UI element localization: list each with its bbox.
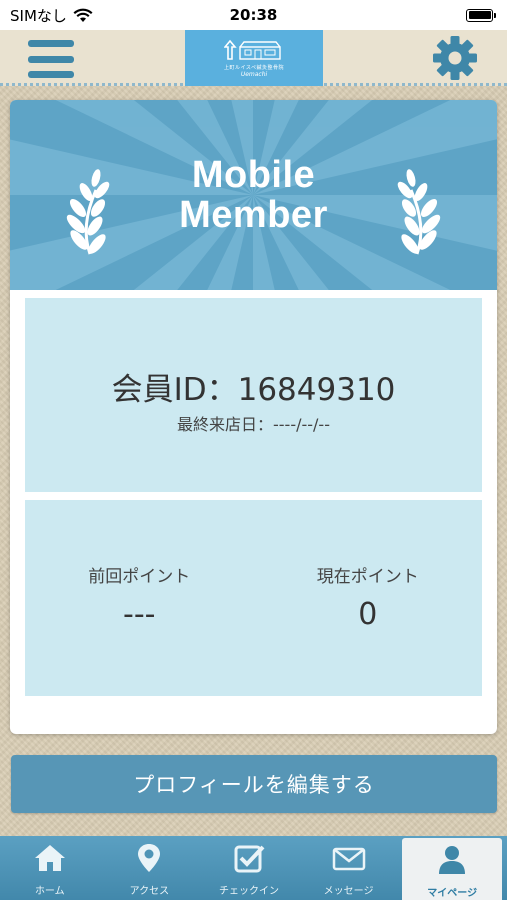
- tab-access[interactable]: アクセス: [100, 836, 200, 900]
- tab-checkin-label: チェックイン: [218, 886, 279, 897]
- hamburger-menu-icon[interactable]: [28, 40, 74, 78]
- edit-profile-button[interactable]: プロフィールを編集する: [11, 755, 497, 813]
- member-card: Mobile Member 会員ID：16849310 最終来店日：----/-…: [10, 100, 497, 734]
- tab-mypage-label: マイページ: [427, 888, 478, 899]
- status-bar: SIMなし 20:38: [0, 0, 507, 30]
- map-pin-icon: [138, 844, 161, 872]
- logo-subtitle: 上町ルイスペ鍼灸整骨院: [223, 64, 284, 71]
- banner-title-line2: Member: [179, 194, 328, 236]
- home-icon: [34, 845, 65, 871]
- battery-icon: [466, 8, 496, 22]
- member-banner: Mobile Member: [10, 100, 497, 290]
- banner-title: Mobile Member: [10, 155, 497, 235]
- tab-bar: ホーム アクセス チェックイン メッセージ マイページ: [0, 836, 507, 900]
- tab-home-label: ホーム: [34, 886, 65, 897]
- wifi-icon: [73, 8, 93, 22]
- envelope-icon: [332, 847, 365, 871]
- banner-title-line1: Mobile: [191, 154, 316, 196]
- tab-checkin[interactable]: チェックイン: [199, 836, 299, 900]
- member-id: 会員ID：16849310: [111, 371, 396, 408]
- previous-points-label: 前回ポイント: [88, 567, 191, 587]
- tab-home[interactable]: ホーム: [0, 836, 100, 900]
- tab-message[interactable]: メッセージ: [299, 836, 399, 900]
- logo-mark-icon: [224, 39, 281, 60]
- previous-points: 前回ポイント ---: [25, 500, 254, 696]
- gear-icon[interactable]: [431, 34, 479, 82]
- app-header: 上町ルイスペ鍼灸整骨院 Uemachi: [0, 30, 507, 86]
- tab-access-label: アクセス: [129, 886, 170, 897]
- checkbox-icon: [234, 845, 265, 873]
- current-points-value: 0: [358, 597, 378, 632]
- current-points: 現在ポイント 0: [254, 500, 483, 696]
- tab-mypage[interactable]: マイページ: [402, 838, 502, 900]
- logo-english: Uemachi: [240, 70, 268, 78]
- member-id-panel: 会員ID：16849310 最終来店日：----/--/--: [25, 298, 482, 492]
- points-panel: 前回ポイント --- 現在ポイント 0: [25, 500, 482, 696]
- previous-points-value: ---: [123, 597, 156, 632]
- last-visit-date: 最終来店日：----/--/--: [177, 414, 330, 434]
- tab-message-label: メッセージ: [323, 886, 374, 897]
- status-left: SIMなし: [10, 5, 93, 26]
- current-points-label: 現在ポイント: [316, 567, 419, 587]
- person-icon: [439, 846, 466, 874]
- carrier-label: SIMなし: [10, 6, 67, 25]
- clinic-logo[interactable]: 上町ルイスペ鍼灸整骨院 Uemachi: [185, 30, 323, 86]
